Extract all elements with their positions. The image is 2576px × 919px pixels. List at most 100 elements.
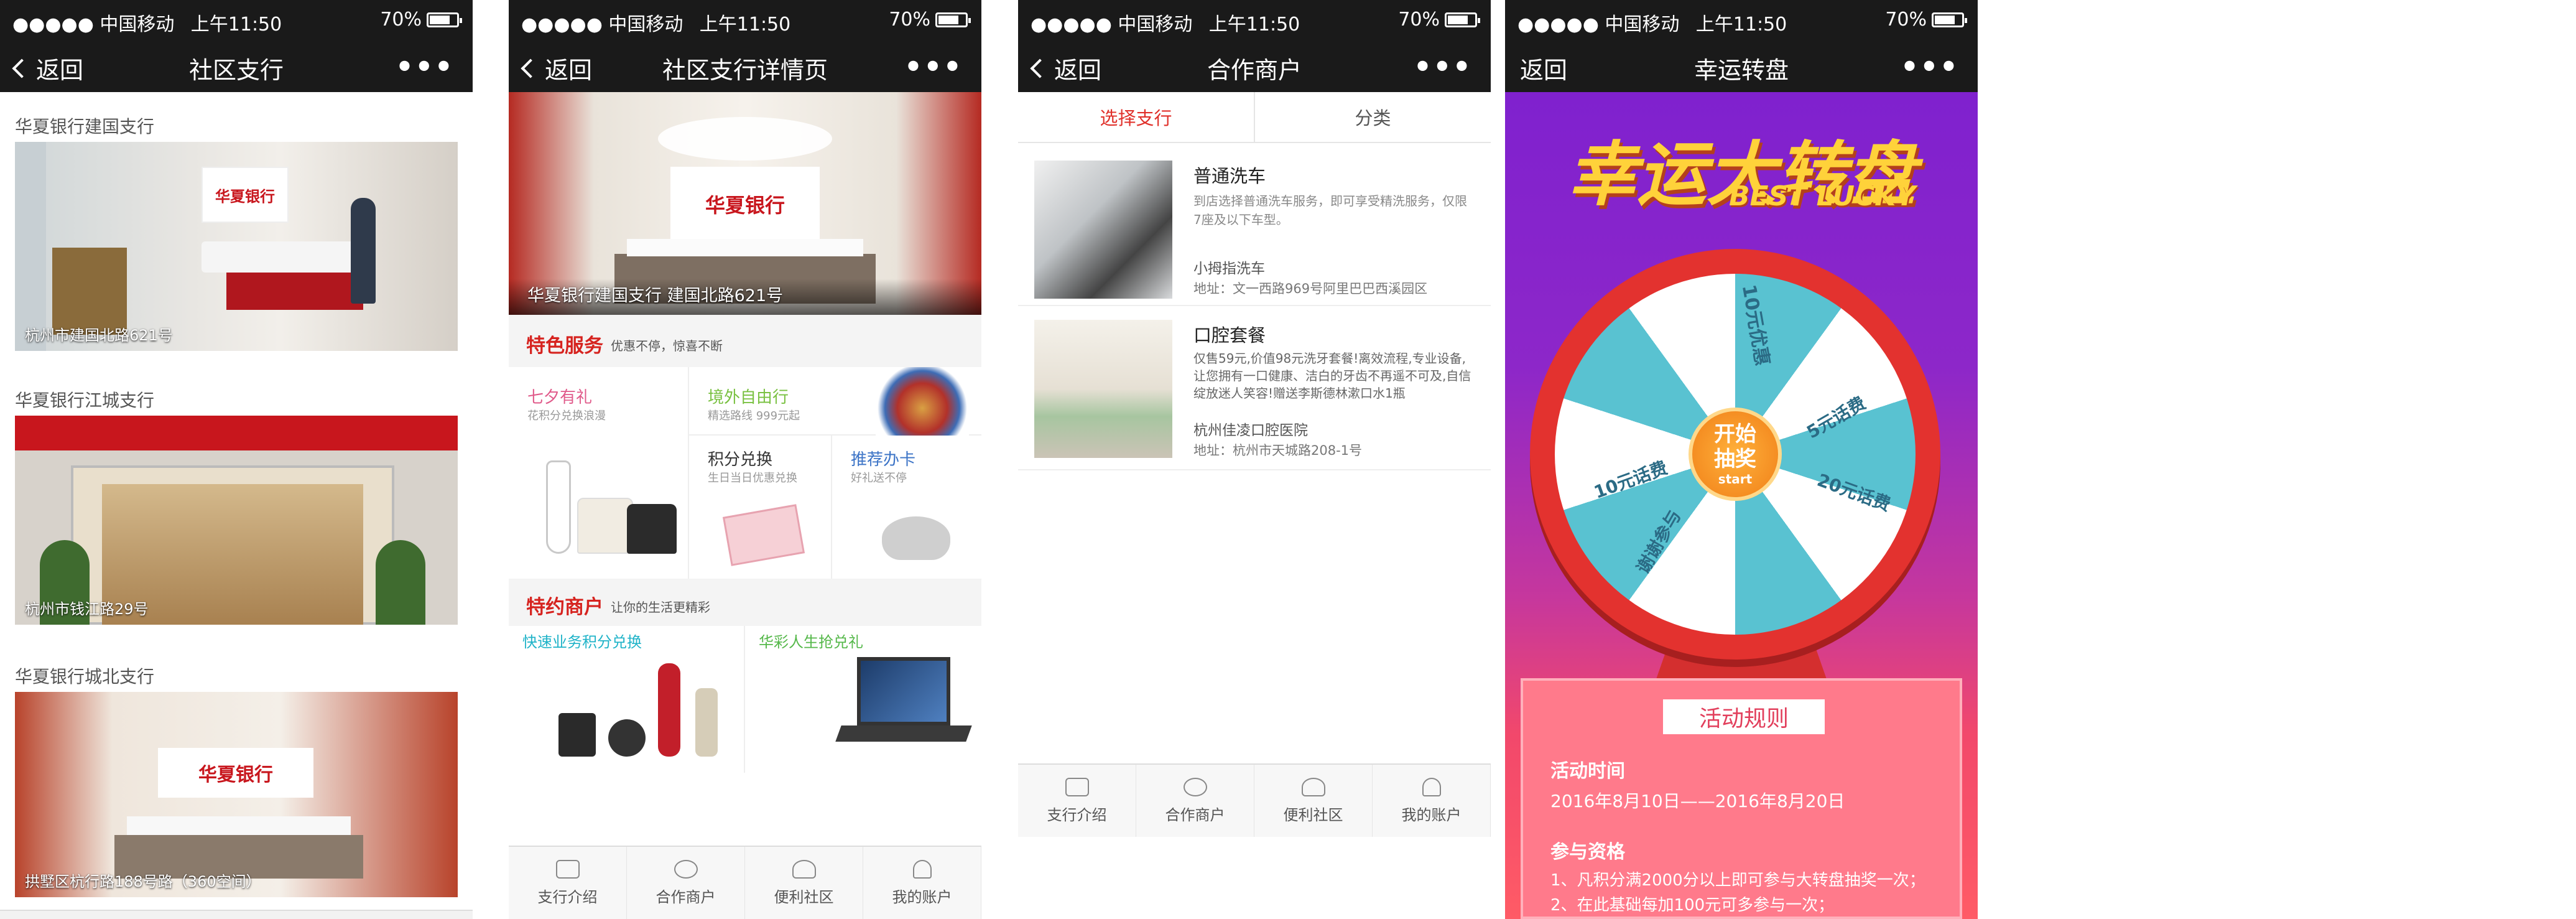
time-label: 活动时间: [1550, 760, 1625, 782]
service-title: 境外自由行: [708, 388, 789, 407]
necklace-icon: [546, 460, 571, 554]
screen-partner-merchants: ●●●●● 中国移动 上午11:50 70% 返回 合作商户 ••• 选择支行 …: [1018, 0, 1491, 919]
screen-lucky-wheel: ●●●●● 中国移动 上午11:50 70% 返回 幸运转盘 ••• 幸运大转盘…: [1505, 0, 1978, 919]
branch-name: 华夏银行江城支行: [15, 390, 155, 411]
tab-partner-merchants[interactable]: 合作商户: [627, 847, 745, 919]
item-title: 口腔套餐: [1193, 325, 1266, 346]
tab-community[interactable]: 便利社区: [745, 847, 863, 919]
screen-branch-detail: ●●●●● 中国移动 上午11:50 70% 返回 社区支行详情页 ••• 华夏…: [509, 0, 981, 919]
laptop-screen-icon: [857, 657, 950, 725]
nav-bar: 返回 社区支行详情页 •••: [509, 41, 981, 92]
tab-community[interactable]: 便利社区: [1254, 765, 1373, 837]
merchants-header: 特约商户 让你的生活更精彩: [509, 579, 981, 626]
handbag-icon: [627, 504, 677, 554]
tab-my-account[interactable]: 我的账户: [1373, 765, 1491, 837]
rules-panel: 活动规则 活动时间 2016年8月10日——2016年8月20日 参与资格 1、…: [1521, 678, 1962, 919]
service-card[interactable]: 积分兑换 生日当日优惠兑换: [689, 436, 832, 579]
tab-bar-edge: [0, 910, 473, 919]
top-bar: ●●●●● 中国移动 上午11:50 70% 返回 社区支行详情页 •••: [509, 0, 981, 92]
service-card[interactable]: 境外自由行 精选路线 999元起: [689, 367, 981, 436]
branch-photo[interactable]: 杭州市钱江路29号: [15, 416, 458, 625]
branch-photo[interactable]: 华夏银行 杭州市建国北路621号: [15, 142, 458, 351]
battery-percent: 70%: [1885, 9, 1927, 30]
branch-name: 华夏银行城北支行: [15, 666, 155, 687]
tab-branch-intro[interactable]: 支行介绍: [509, 847, 627, 919]
time-value: 2016年8月10日——2016年8月20日: [1550, 791, 1845, 811]
cup-icon: [608, 719, 646, 757]
service-title: 七夕有礼: [527, 388, 593, 407]
branch-photo[interactable]: 华夏银行 拱墅区杭行路188号路（360空间）: [15, 692, 458, 897]
more-button[interactable]: •••: [396, 50, 454, 83]
tab-branch-intro[interactable]: 支行介绍: [1018, 765, 1136, 837]
battery-icon: [1932, 12, 1967, 27]
tab-bar: 支行介绍 合作商户 便利社区 我的账户: [509, 846, 981, 919]
nav-bar: 返回 合作商户 •••: [1018, 41, 1491, 92]
branch-banner: 华夏银行 华夏银行建国支行 建国北路621号: [509, 92, 981, 315]
cup-icon: [558, 713, 596, 757]
services-grid: 七夕有礼 花积分兑换浪漫 境外自由行 精选路线 999元起 积分兑换 生日当日优…: [509, 367, 981, 579]
more-button[interactable]: •••: [1901, 50, 1959, 83]
item-title: 普通洗车: [1193, 166, 1266, 187]
travel-landmarks-icon: [876, 367, 969, 436]
tab-partner-merchants[interactable]: 合作商户: [1136, 765, 1254, 837]
service-card[interactable]: 推荐办卡 好礼送不停: [832, 436, 981, 579]
exchange-icon: [1183, 777, 1207, 796]
battery-status: 70%: [380, 9, 462, 30]
more-button[interactable]: •••: [1414, 50, 1472, 83]
top-bar: ●●●●● 中国移动 上午11:50 70% 返回 幸运转盘 •••: [1505, 0, 1978, 92]
user-icon: [912, 859, 932, 879]
exchange-icon: [674, 859, 698, 879]
services-header: 特色服务 优惠不停，惊喜不断: [509, 315, 981, 367]
more-button[interactable]: •••: [904, 50, 963, 83]
services-subtitle: 优惠不停，惊喜不断: [611, 338, 723, 353]
nav-bar: 返回 社区支行 •••: [0, 41, 473, 92]
filter-select-branch[interactable]: 选择支行: [1018, 92, 1255, 142]
nav-bar: 返回 幸运转盘 •••: [1505, 41, 1978, 92]
headline-en: BEST LUCKY: [1729, 180, 1916, 212]
id-card-icon: [555, 859, 580, 879]
id-card-icon: [1065, 777, 1089, 796]
bank-logo: 华夏银行: [670, 167, 820, 241]
item-description: 仅售59元,价值98元洗牙套餐!离效流程,专业设备,让您拥有一口健康、洁白的牙齿…: [1193, 351, 1471, 401]
item-description: 到店选择普通洗车服务，即可享受精洗服务，仅限7座及以下车型。: [1193, 194, 1467, 227]
item-address: 地址：杭州市天城路208-1号: [1193, 443, 1363, 458]
services-title: 特色服务: [526, 335, 603, 357]
service-subtitle: 生日当日优惠兑换: [708, 472, 797, 485]
rule-item: 2、在此基础每加100元可多参与一次；: [1550, 896, 1835, 915]
status-bar: ●●●●● 中国移动 上午11:50 70%: [0, 0, 473, 41]
battery-percent: 70%: [380, 9, 422, 30]
rules-title: 活动规则: [1663, 699, 1825, 734]
battery-percent: 70%: [889, 9, 930, 30]
tab-bar: 支行介绍 合作商户 便利社区 我的账户: [1018, 763, 1491, 837]
merchants-title: 特约商户: [526, 596, 603, 618]
list-item[interactable]: 口腔套餐 仅售59元,价值98元洗牙套餐!离效流程,专业设备,让您拥有一口健康、…: [1018, 306, 1491, 470]
service-card[interactable]: 七夕有礼 花积分兑换浪漫: [509, 367, 689, 579]
handbag-icon: [577, 498, 633, 554]
eligibility-label: 参与资格: [1550, 841, 1625, 863]
tab-my-account[interactable]: 我的账户: [863, 847, 981, 919]
merchant-title: 华彩人生抢兑礼: [759, 633, 863, 651]
start-button-label: 开始抽奖: [1714, 422, 1756, 472]
screen-branch-list: ●●●●● 中国移动 上午11:50 70% 返回 社区支行 ••• 华夏银行建…: [0, 0, 473, 919]
handshake-icon: [1301, 777, 1325, 796]
pot-icon: [882, 516, 950, 560]
battery-icon: [427, 12, 462, 27]
appliance-icon: [658, 663, 680, 757]
lucky-wheel[interactable]: 10元优惠 5元话费 20元话费 谢谢参与 10元话费 开始抽奖 start: [1530, 249, 1940, 660]
battery-status: 70%: [1885, 9, 1967, 30]
service-title: 积分兑换: [708, 450, 773, 469]
battery-percent: 70%: [1398, 9, 1440, 30]
bottle-icon: [695, 688, 718, 757]
filter-category[interactable]: 分类: [1255, 92, 1491, 142]
start-button[interactable]: 开始抽奖 start: [1689, 408, 1782, 501]
merchant-card[interactable]: 华彩人生抢兑礼: [745, 626, 981, 773]
battery-icon: [935, 12, 971, 27]
list-item[interactable]: 普通洗车 到店选择普通洗车服务，即可享受精洗服务，仅限7座及以下车型。 小拇指洗…: [1018, 143, 1491, 306]
top-bar: ●●●●● 中国移动 上午11:50 70% 返回 社区支行 •••: [0, 0, 473, 92]
merchant-title: 快速业务积分兑换: [522, 633, 642, 651]
merchant-card[interactable]: 快速业务积分兑换: [509, 626, 745, 773]
top-bar: ●●●●● 中国移动 上午11:50 70% 返回 合作商户 •••: [1018, 0, 1491, 92]
branch-address: 拱墅区杭行路188号路（360空间）: [25, 873, 261, 890]
item-shop: 小拇指洗车: [1193, 261, 1265, 277]
branch-address: 杭州市建国北路621号: [25, 327, 173, 344]
